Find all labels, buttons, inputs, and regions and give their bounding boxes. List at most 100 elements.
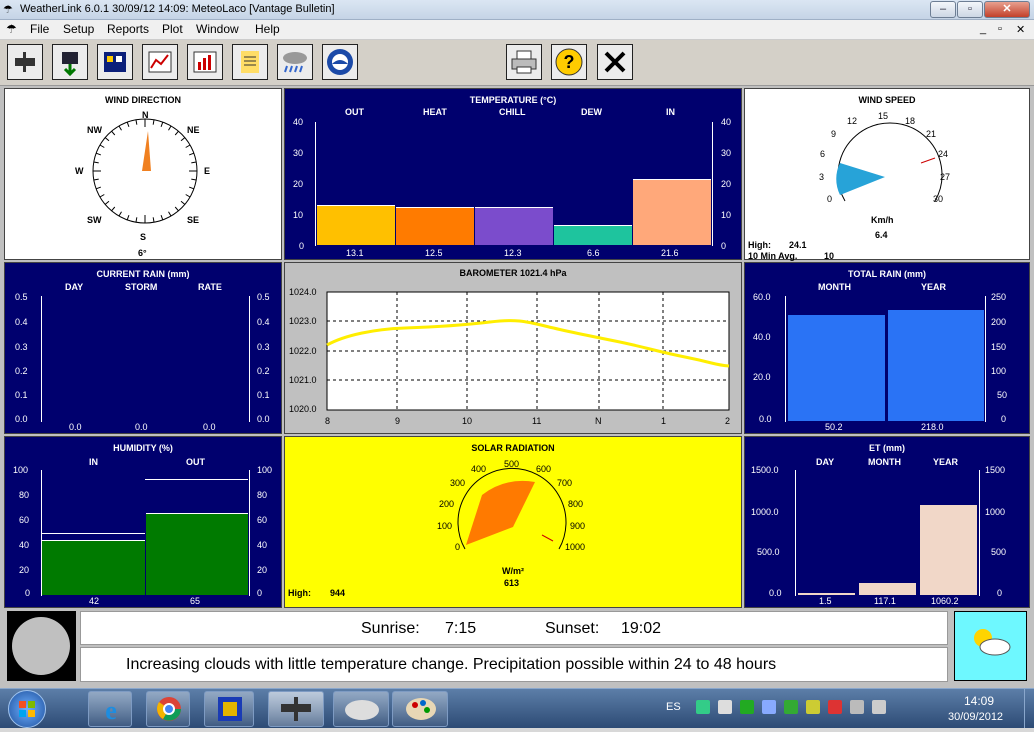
temperature-panel[interactable]: TEMPERATURE (°C) OUT HEAT CHILL DEW IN 4…	[284, 88, 742, 260]
paint-taskbar-button[interactable]	[392, 691, 448, 727]
total-rain-val-year: 218.0	[921, 422, 944, 432]
tray-icon-1[interactable]	[696, 700, 710, 714]
solar-tick-100: 100	[437, 521, 453, 531]
tray-icon-4[interactable]	[762, 700, 776, 714]
print-icon[interactable]	[506, 44, 542, 80]
svg-text:e: e	[105, 696, 117, 725]
ws-tick-9: 9	[831, 129, 837, 139]
total-rain-panel[interactable]: TOTAL RAIN (mm) MONTH YEAR 60.0 40.0 20.…	[744, 262, 1030, 434]
close-window-button[interactable]: ✕	[984, 1, 1030, 18]
app-icon[interactable]: ☂	[3, 3, 13, 16]
summary-icon[interactable]	[187, 44, 223, 80]
hum-tick-l100: 100	[13, 465, 29, 475]
total-rain-val-month: 50.2	[825, 422, 843, 432]
doc-icon[interactable]: ☂	[6, 22, 17, 36]
menu-setup[interactable]: Setup	[63, 22, 94, 36]
baro-y-1024: 1024.0	[289, 287, 317, 297]
tray-icon-3[interactable]	[740, 700, 754, 714]
clock-date[interactable]: 30/09/2012	[948, 711, 1003, 723]
volume-icon[interactable]	[872, 700, 886, 714]
wind-speed-panel[interactable]: WIND SPEED 0 3 6 9 12 15 18 21 24 27 30 …	[744, 88, 1030, 261]
menu-help[interactable]: Help	[255, 22, 280, 36]
maximize-button[interactable]: ▫	[957, 1, 983, 18]
child-minimize-button[interactable]: _	[980, 23, 986, 35]
minimize-button[interactable]: –	[930, 1, 956, 18]
humidity-panel[interactable]: HUMIDITY (%) IN OUT 100 80 60 40 20 0 10…	[4, 436, 282, 608]
wind-direction-value: 6°	[138, 248, 147, 258]
current-rain-panel[interactable]: CURRENT RAIN (mm) DAY STORM RATE 0.5 0.4…	[4, 262, 282, 434]
plot-icon[interactable]	[142, 44, 178, 80]
solar-tick-900: 900	[570, 521, 586, 531]
language-indicator[interactable]: ES	[666, 701, 681, 713]
temp-tick-l20: 20	[293, 179, 304, 189]
solar-value: 613	[504, 578, 520, 588]
menu-file[interactable]: File	[30, 22, 49, 36]
et-bar-year	[920, 505, 977, 595]
wind-avg-value: 10	[824, 251, 835, 261]
rain-cloud-icon[interactable]	[277, 44, 313, 80]
tray-icon-6[interactable]	[806, 700, 820, 714]
show-desktop-button[interactable]	[1024, 689, 1034, 728]
network-icon[interactable]	[850, 700, 864, 714]
solar-high-value: 944	[330, 588, 346, 598]
exit-icon[interactable]	[597, 44, 633, 80]
solar-tick-300: 300	[450, 478, 466, 488]
download-icon[interactable]	[52, 44, 88, 80]
menu-reports[interactable]: Reports	[107, 22, 149, 36]
compass-ne: NE	[187, 125, 200, 135]
et-col-month: MONTH	[868, 457, 901, 467]
rain-tick-l05: 0.5	[15, 292, 28, 302]
ws-tick-21: 21	[926, 129, 937, 139]
temp-val-dew: 6.6	[587, 248, 600, 258]
ie-taskbar-button[interactable]: e	[88, 691, 132, 727]
menu-plot[interactable]: Plot	[162, 22, 183, 36]
notepad-icon[interactable]	[232, 44, 268, 80]
et-bar-day	[798, 593, 855, 595]
bulletin-icon[interactable]	[97, 44, 133, 80]
solar-tick-1000: 1000	[565, 542, 586, 552]
temp-tick-r0: 0	[721, 241, 727, 251]
svg-text:?: ?	[564, 52, 575, 72]
total-rain-col-month: MONTH	[818, 282, 851, 292]
hum-tick-l0: 0	[25, 588, 31, 598]
et-tick-l0: 0.0	[769, 588, 782, 598]
clock-time[interactable]: 14:09	[964, 694, 994, 708]
temp-bar-dew	[554, 225, 632, 245]
rain-col-day: DAY	[65, 282, 84, 292]
chrome-taskbar-button[interactable]	[146, 691, 190, 727]
rain-tick-r00: 0.0	[257, 414, 270, 424]
tray-icon-5[interactable]	[784, 700, 798, 714]
child-close-button[interactable]: ✕	[1016, 23, 1025, 36]
wind-direction-panel[interactable]: WIND DIRECTION N NE E SE S SW W NW 6°	[4, 88, 282, 260]
rain-tick-r02: 0.2	[257, 366, 270, 376]
help-icon[interactable]: ?	[551, 44, 587, 80]
start-button[interactable]	[8, 690, 46, 728]
compass-se: SE	[187, 215, 200, 225]
app-taskbar-button[interactable]	[204, 691, 254, 727]
moon-phase	[7, 611, 76, 681]
wind-high-value: 24.1	[789, 240, 807, 250]
humidity-val-out: 65	[190, 596, 201, 606]
temp-tick-r20: 20	[721, 179, 732, 189]
tray-icon-2[interactable]	[718, 700, 732, 714]
cloud-icon	[345, 700, 379, 720]
cloud-app-taskbar-button[interactable]	[333, 691, 389, 727]
temp-tick-r30: 30	[721, 148, 732, 158]
rain-tick-l02: 0.2	[15, 366, 28, 376]
et-panel[interactable]: ET (mm) DAY MONTH YEAR 1500.0 1000.0 500…	[744, 436, 1030, 608]
barometer-panel[interactable]: BAROMETER 1021.4 hPa 1024.0 1023.0 1022.…	[284, 262, 742, 434]
weatherlink-taskbar-button[interactable]	[268, 691, 324, 727]
temp-val-heat: 12.5	[425, 248, 443, 258]
menu-window[interactable]: Window	[196, 22, 239, 36]
child-restore-button[interactable]: ▫	[998, 23, 1002, 35]
connect-icon[interactable]	[7, 44, 43, 80]
tray-icon-7[interactable]	[828, 700, 842, 714]
sunrise-label: Sunrise:	[361, 620, 420, 637]
ws-tick-15: 15	[878, 111, 889, 121]
temp-tick-l30: 30	[293, 148, 304, 158]
noaa-icon[interactable]	[322, 44, 358, 80]
solar-radiation-panel[interactable]: SOLAR RADIATION 0 100 200 300 400 500 60…	[284, 436, 742, 608]
et-tick-r1500: 1500	[985, 465, 1006, 475]
tr-tick-l40: 40.0	[753, 332, 771, 342]
ws-tick-24: 24	[938, 149, 949, 159]
